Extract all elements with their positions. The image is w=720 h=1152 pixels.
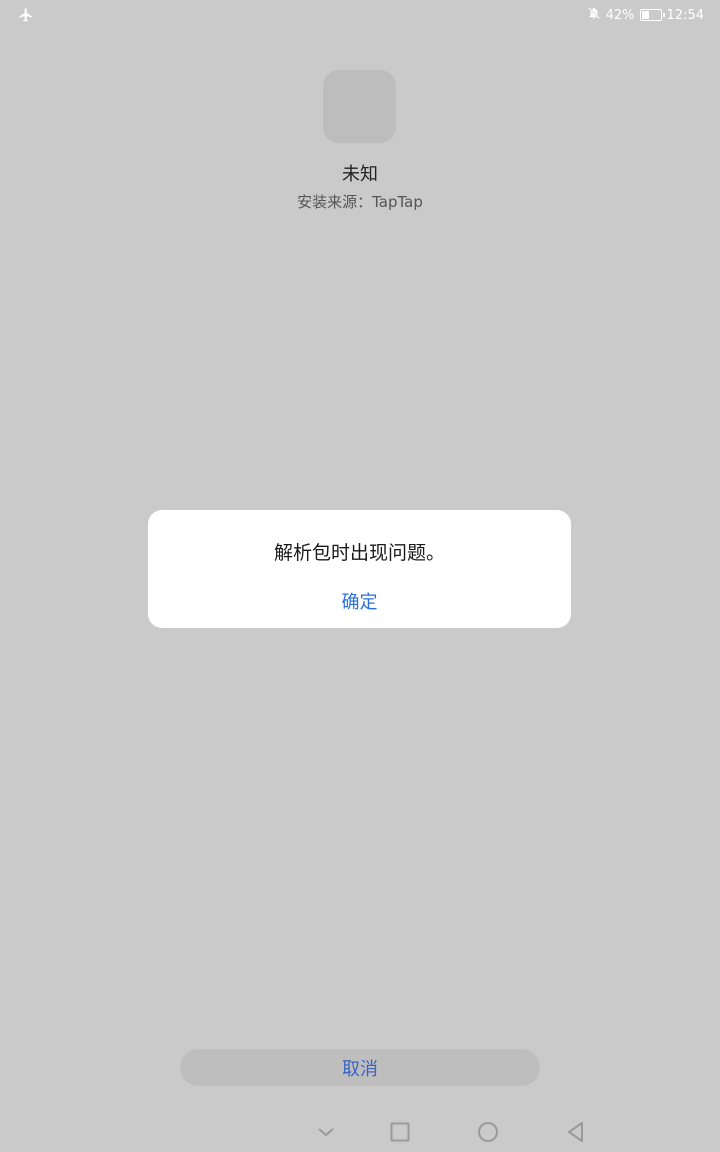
home-icon[interactable] <box>476 1120 500 1144</box>
airplane-mode-icon <box>18 7 34 23</box>
recents-icon[interactable] <box>388 1120 412 1144</box>
clock: 12:54 <box>666 7 704 23</box>
status-bar: 42% 12:54 <box>0 0 720 30</box>
back-icon[interactable] <box>564 1120 588 1144</box>
confirm-button[interactable]: 确定 <box>332 586 388 616</box>
cancel-button[interactable]: 取消 <box>180 1049 540 1086</box>
notifications-off-icon <box>587 6 601 24</box>
battery-percentage: 42% <box>605 7 635 23</box>
install-source: 安装来源：TapTap <box>297 193 423 211</box>
battery-icon <box>639 9 665 21</box>
app-name: 未知 <box>342 164 378 185</box>
hide-keyboard-icon[interactable] <box>314 1120 338 1144</box>
app-icon <box>323 70 396 143</box>
dialog-message: 解析包时出现问题。 <box>273 542 445 564</box>
error-dialog: 解析包时出现问题。 确定 <box>148 510 571 628</box>
navigation-bar <box>0 1110 720 1152</box>
